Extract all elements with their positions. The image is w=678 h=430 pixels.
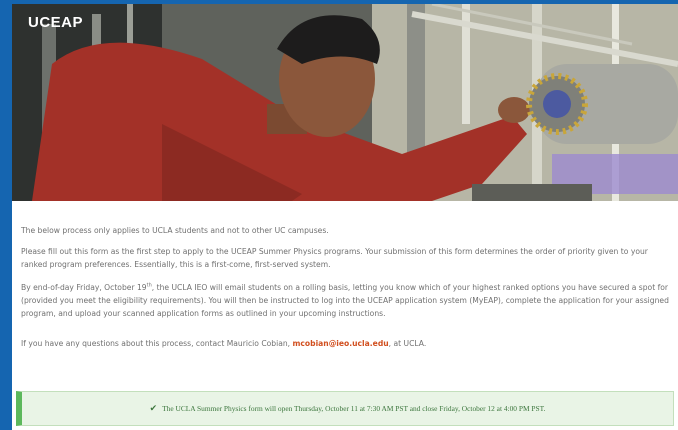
intro-paragraph: The below process only applies to UCLA s… (21, 224, 671, 237)
contact-text-end: , at UCLA. (388, 339, 427, 348)
instructions-paragraph: Please fill out this form as the first s… (21, 245, 671, 271)
notice-text: The UCLA Summer Physics form will open T… (162, 404, 546, 413)
contact-text-start: If you have any questions about this pro… (21, 339, 293, 348)
timeline-paragraph: By end-of-day Friday, October 19th, the … (21, 281, 671, 320)
instructions-text: Please fill out this form as the first s… (21, 247, 648, 269)
hero-image (12, 4, 678, 201)
brand-logo[interactable]: UCEAP (28, 14, 83, 31)
timeline-text-start: By end-of-day Friday, October 19 (21, 283, 147, 292)
form-open-notice: ✔ The UCLA Summer Physics form will open… (16, 391, 674, 426)
main-content: The below process only applies to UCLA s… (12, 201, 678, 430)
intro-text: The below process only applies to UCLA s… (21, 226, 329, 235)
hero-banner: UCEAP (12, 4, 678, 201)
contact-email-link[interactable]: mcobian@ieo.ucla.edu (293, 339, 389, 348)
check-icon: ✔ (149, 403, 158, 413)
page-frame: UCEAP The below process only applies to … (0, 0, 678, 430)
contact-paragraph: If you have any questions about this pro… (21, 337, 671, 350)
